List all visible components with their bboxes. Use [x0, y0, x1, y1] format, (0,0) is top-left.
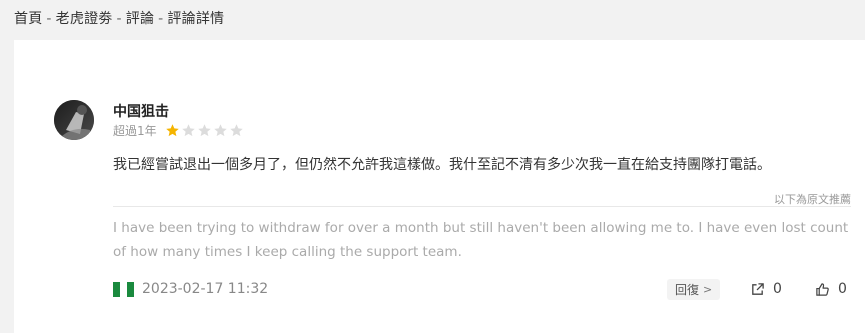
share-count: 0: [773, 281, 782, 297]
breadcrumb-separator: -: [158, 11, 164, 27]
breadcrumb-reviews[interactable]: 評論: [126, 11, 154, 27]
star-filled-icon: [165, 123, 179, 136]
star-empty-icon: [213, 123, 227, 136]
original-text: I have been trying to withdraw for over …: [113, 220, 849, 260]
review-card: 中国狙击 超過1年 我已經嘗試退出一個多月了，但仍然不允許我這樣做。我什至記不清…: [14, 40, 865, 333]
user-avatar[interactable]: [54, 100, 94, 140]
star-empty-icon: [181, 123, 195, 136]
breadcrumb-current: 評論詳情: [167, 11, 225, 27]
review-footer-info: 2023-02-17 11:32: [113, 280, 268, 298]
review-meta: 超過1年: [113, 122, 244, 138]
review-date: 2023-02-17 11:32: [142, 281, 269, 297]
share-icon: [752, 282, 764, 295]
chevron-right-icon: >: [703, 283, 713, 296]
nigeria-flag-icon: [113, 281, 134, 297]
breadcrumb-separator: -: [46, 11, 52, 27]
star-rating: [165, 123, 244, 138]
star-empty-icon: [197, 123, 211, 136]
flag-stripe-left: [113, 281, 120, 297]
breadcrumb-home[interactable]: 首頁: [14, 11, 42, 27]
thumbs-up-icon: [816, 282, 829, 296]
breadcrumb-broker[interactable]: 老虎證劵: [56, 11, 113, 27]
review-text: 我已經嘗試退出一個多月了，但仍然不允許我這樣做。我什至記不清有多少次我一直在給支…: [113, 157, 771, 173]
divider: [113, 206, 851, 207]
breadcrumb: 首頁 - 老虎證劵 - 評論 - 評論詳情: [14, 8, 224, 28]
reply-label: 回復: [675, 283, 700, 297]
original-text-note: 以下為原文推薦: [774, 193, 851, 206]
user-name[interactable]: 中国狙击: [113, 101, 169, 121]
star-empty-icon: [229, 123, 243, 136]
like-count: 0: [838, 281, 847, 297]
page: 首頁 - 老虎證劵 - 評論 - 評論詳情 中国狙击 超過1年 我已經嘗試退出一…: [0, 0, 865, 333]
flag-stripe-middle: [120, 281, 127, 297]
flag-stripe-right: [127, 281, 134, 297]
reply-button[interactable]: 回復 >: [667, 279, 721, 300]
like-button[interactable]: 0: [815, 280, 847, 298]
breadcrumb-separator: -: [116, 11, 122, 27]
share-button[interactable]: 0: [750, 280, 782, 298]
review-time-ago: 超過1年: [113, 123, 157, 138]
